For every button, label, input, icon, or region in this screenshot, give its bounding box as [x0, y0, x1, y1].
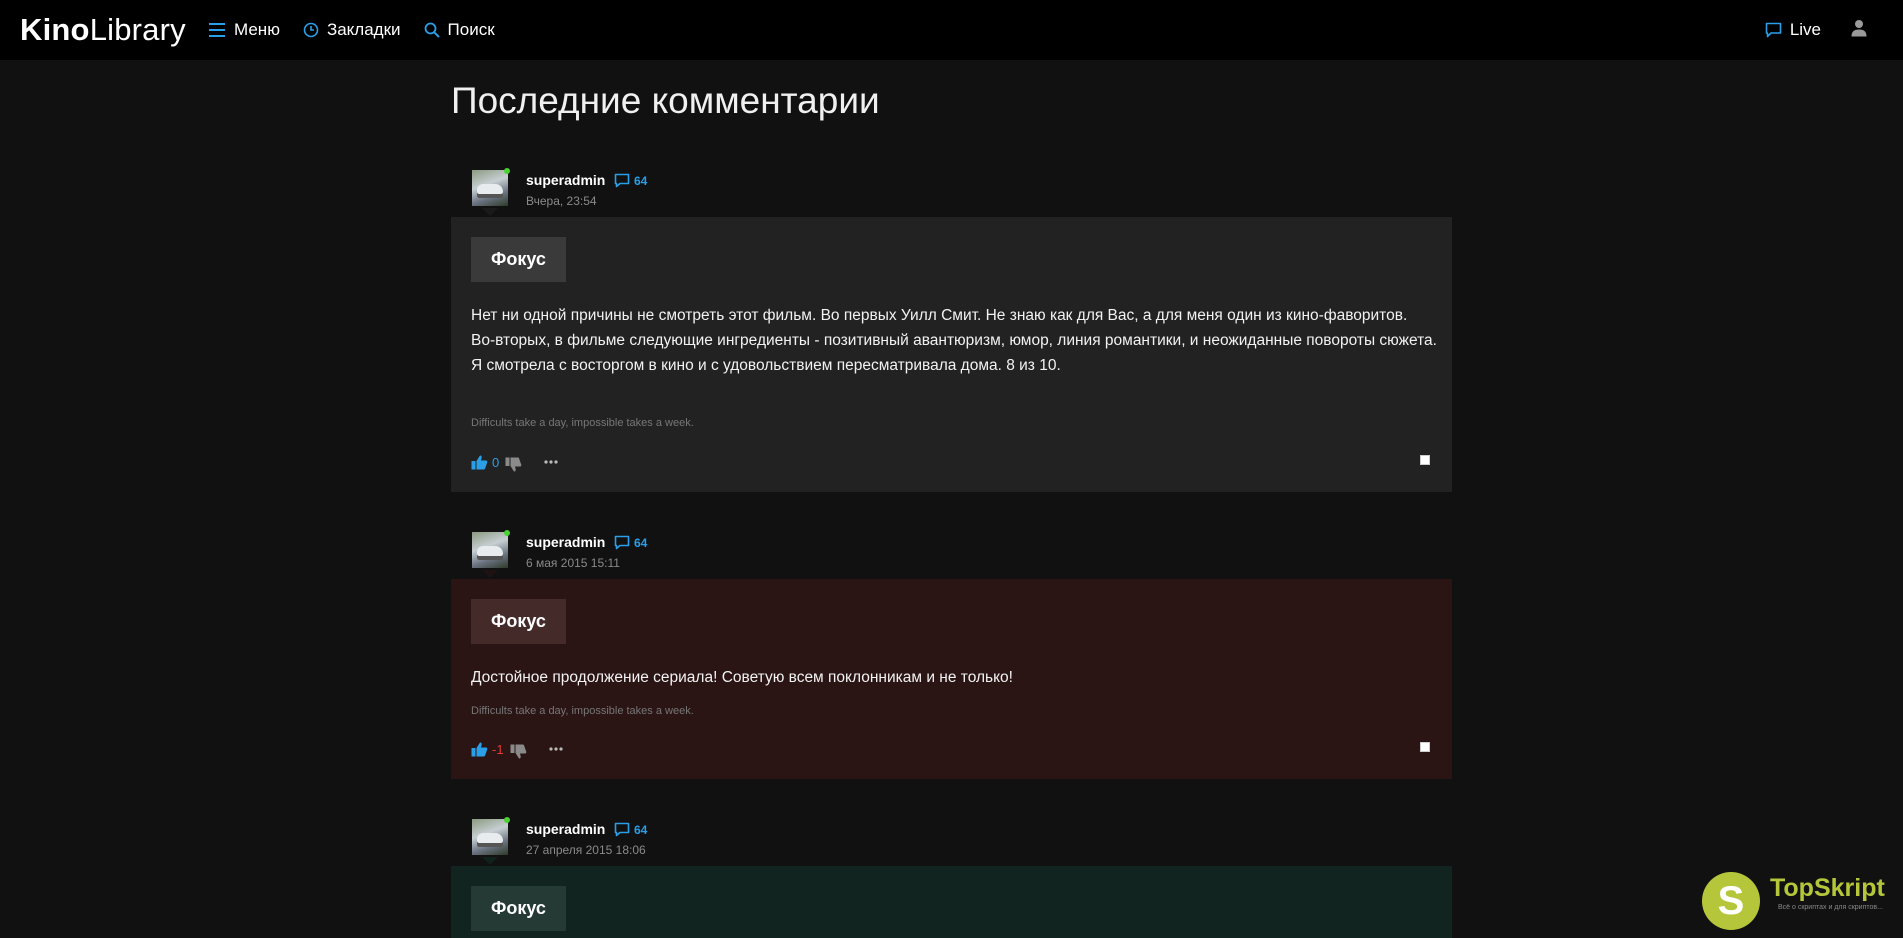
movie-title-link[interactable]: Фокус — [471, 237, 566, 282]
comment-count-link[interactable]: 64 — [614, 535, 647, 550]
avatar[interactable] — [472, 170, 508, 206]
online-status-dot — [504, 530, 510, 536]
comment-count-icon — [614, 535, 630, 550]
comment-text-line: Нет ни одной причины не смотреть этот фи… — [471, 307, 1408, 324]
comment-card: Фокус — [451, 866, 1452, 938]
avatar-pointer — [482, 570, 498, 578]
chat-icon — [1765, 22, 1782, 38]
comment-count: 64 — [634, 535, 648, 550]
clock-icon — [303, 22, 319, 38]
comment-author[interactable]: superadmin — [526, 821, 605, 837]
thumbs-up-icon[interactable] — [471, 741, 488, 757]
online-status-dot — [504, 817, 510, 823]
live-label: Live — [1789, 20, 1821, 39]
main-nav: Меню Закладки Поиск — [208, 0, 518, 60]
avatar-pointer — [482, 208, 498, 216]
comment-card: Фокус Нет ни одной причины не смотреть э… — [451, 217, 1452, 492]
comment-count: 64 — [634, 822, 648, 837]
user-signature: Difficults take a day, impossible takes … — [471, 417, 694, 429]
comment-count-link[interactable]: 64 — [614, 822, 647, 837]
movie-title-link[interactable]: Фокус — [471, 886, 566, 931]
more-options-icon[interactable] — [548, 747, 563, 751]
search-icon — [424, 22, 440, 38]
thumbs-down-icon[interactable] — [505, 457, 522, 473]
comment-author[interactable]: superadmin — [526, 172, 605, 188]
site-logo[interactable]: KinoLibrary — [20, 12, 186, 48]
logo-light-text: Library — [89, 12, 186, 47]
online-status-dot — [504, 168, 510, 174]
avatar[interactable] — [472, 819, 508, 855]
nav-menu-label: Меню — [234, 20, 280, 39]
top-navbar: KinoLibrary Меню Закладки Поиск Live — [0, 0, 1903, 60]
movie-title-link[interactable]: Фокус — [471, 599, 566, 644]
rating-score: -1 — [492, 741, 504, 757]
thumbs-down-icon[interactable] — [510, 744, 527, 760]
select-checkbox[interactable] — [1420, 742, 1430, 752]
comment-text: Достойное продолжение сериала! Советую в… — [471, 665, 1441, 690]
comment-text-line: Достойное продолжение сериала! Советую в… — [471, 669, 1013, 686]
nav-search-label: Поиск — [447, 20, 495, 39]
topskript-watermark: S TopSkript Всё о скриптах и для скрипто… — [1702, 870, 1898, 936]
user-icon[interactable] — [1851, 19, 1867, 42]
comment-author[interactable]: superadmin — [526, 534, 605, 550]
nav-bookmarks-label: Закладки — [326, 20, 401, 39]
topskript-name: TopSkript — [1770, 874, 1885, 902]
more-options-icon[interactable] — [544, 460, 558, 464]
comment-text: Нет ни одной причины не смотреть этот фи… — [471, 303, 1441, 378]
nav-menu[interactable]: Меню — [208, 20, 280, 40]
comment-date: 27 апреля 2015 18:06 — [526, 843, 646, 857]
user-signature: Difficults take a day, impossible takes … — [471, 705, 694, 717]
topskript-logo-circle: S — [1702, 872, 1760, 930]
comment-card: Фокус Достойное продолжение сериала! Сов… — [451, 579, 1452, 779]
comment-actions: 0 — [471, 452, 558, 472]
avatar[interactable] — [472, 532, 508, 568]
comment-count-icon — [614, 173, 630, 188]
comment-date: Вчера, 23:54 — [526, 194, 597, 208]
avatar-pointer — [482, 857, 498, 865]
comment-actions: -1 — [471, 739, 563, 759]
select-checkbox[interactable] — [1420, 455, 1430, 465]
logo-bold-text: Kino — [20, 12, 90, 47]
nav-bookmarks[interactable]: Закладки — [303, 20, 401, 40]
rating-score: 0 — [492, 454, 500, 470]
page-title: Последние комментарии — [451, 80, 880, 121]
comment-count: 64 — [634, 173, 648, 188]
live-button[interactable]: Live — [1765, 20, 1821, 40]
topskript-tagline: Всё о скриптах и для скриптов... — [1778, 904, 1883, 911]
comment-text-line: Я смотрела с восторгом в кино и с удовол… — [471, 357, 1061, 374]
nav-search[interactable]: Поиск — [424, 20, 495, 40]
thumbs-up-icon[interactable] — [471, 454, 488, 470]
comment-text-line: Во-вторых, в фильме следующие ингредиент… — [471, 332, 1437, 349]
menu-icon — [209, 23, 225, 37]
comment-count-icon — [614, 822, 630, 837]
comment-date: 6 мая 2015 15:11 — [526, 556, 620, 570]
comment-count-link[interactable]: 64 — [614, 173, 647, 188]
right-nav: Live — [1765, 0, 1867, 60]
